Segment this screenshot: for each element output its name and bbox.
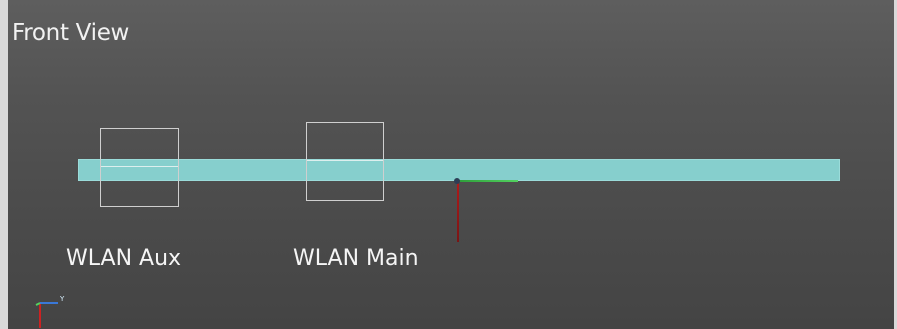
pcb-board[interactable]: [78, 159, 840, 181]
z-axis-indicator: [457, 182, 459, 242]
origin-marker: [454, 178, 460, 184]
view-title: Front View: [12, 20, 130, 46]
axis-triad-icon: Y: [35, 295, 65, 328]
front-view-viewport[interactable]: Front View WLAN Aux WLAN Main Y: [0, 0, 897, 329]
triad-y-label: Y: [59, 295, 65, 303]
x-axis-indicator: [458, 180, 518, 182]
wlan-aux-antenna[interactable]: [100, 128, 179, 207]
wlan-aux-inner-edge: [101, 166, 178, 167]
wlan-main-label: WLAN Main: [293, 246, 419, 271]
wlan-main-inner-edge: [307, 160, 383, 161]
wlan-main-antenna[interactable]: [306, 122, 384, 201]
wlan-aux-label: WLAN Aux: [66, 246, 182, 271]
